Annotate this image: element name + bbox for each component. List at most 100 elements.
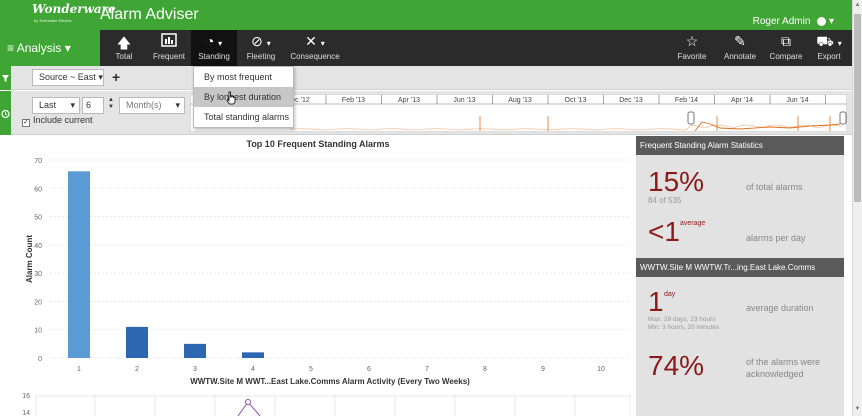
x-tick-label: 9 xyxy=(541,366,545,373)
app-header: Wonderware by Schneider Electric Alarm A… xyxy=(0,0,852,30)
source-filter-select[interactable]: Source ~ East ▾ xyxy=(32,69,104,86)
x-tick-label: 3 xyxy=(193,366,197,373)
y-tick-label: 10 xyxy=(34,328,42,335)
range-count-input[interactable]: 6 xyxy=(82,97,104,114)
checkbox-checked-icon: ✓ xyxy=(22,119,30,127)
timeline-month-label: Jun '14 xyxy=(786,97,808,104)
include-current-checkbox[interactable]: ✓ Include current xyxy=(22,115,93,127)
lower-series-point xyxy=(245,399,251,405)
stats-source-header: WWTW.Site M WWTW.Tr...ing.East Lake.Comm… xyxy=(636,258,844,277)
bar-chart-icon xyxy=(150,30,188,52)
scroll-down-icon[interactable]: ▼ xyxy=(854,406,861,414)
y-tick-label: 40 xyxy=(34,243,42,250)
stat-per-day-label: alarms per day xyxy=(746,233,806,243)
chevron-down-icon: ▾ xyxy=(70,100,75,110)
y-tick-label: 30 xyxy=(34,271,42,278)
stat-acknowledged: 74% xyxy=(648,350,705,381)
timeline-month-label: Aug '13 xyxy=(508,97,532,104)
scroll-up-icon[interactable]: ▲ xyxy=(854,2,861,10)
analysis-menu-button[interactable]: ≡ Analysis ▾ xyxy=(0,30,100,66)
chevron-down-icon: ▾ xyxy=(175,100,180,110)
user-name: Roger Admin xyxy=(752,16,811,27)
stat-percent-total-label: of total alarms xyxy=(746,182,803,192)
range-unit-select[interactable]: Month(s) ▾ xyxy=(119,97,185,114)
timer-icon: ◔ ▾ xyxy=(205,33,223,49)
y-tick-label: 60 xyxy=(34,186,42,193)
timeline-month-label: Apr '13 xyxy=(398,97,420,104)
stats-header: Frequent Standing Alarm Statistics xyxy=(636,136,844,155)
x-tick-label: 4 xyxy=(251,366,255,373)
timeline-month-label: Feb '13 xyxy=(342,97,365,104)
stat-percent-total: 15% xyxy=(648,166,705,197)
y-tick-label: 50 xyxy=(34,215,42,222)
x-tick-label: 6 xyxy=(367,366,371,373)
scatter-icon: ✕ ▾ xyxy=(305,33,325,49)
statistics-panel: Frequent Standing Alarm Statistics 15% o… xyxy=(636,136,844,416)
chevron-down-icon: ▾ xyxy=(64,41,71,55)
filter-icon[interactable] xyxy=(0,66,11,90)
bar-2 xyxy=(126,326,148,358)
consequence-button[interactable]: ✕ ▾ Consequence xyxy=(286,30,344,66)
lower-y-tick-label: 16 xyxy=(22,393,30,400)
menu-item-most-frequent[interactable]: By most frequent xyxy=(194,67,293,87)
chart-title: Top 10 Frequent Standing Alarms xyxy=(246,139,389,149)
y-tick-label: 20 xyxy=(34,299,42,306)
total-button[interactable]: 🡅 Total xyxy=(108,30,140,66)
lower-y-tick-label: 14 xyxy=(22,410,30,416)
compare-icon: ⧉ xyxy=(781,33,791,49)
app-title: Alarm Adviser xyxy=(100,6,199,23)
fleeting-button[interactable]: ⊘ ▾ Fleeting xyxy=(241,30,281,66)
pencil-icon: ✎ xyxy=(734,33,746,49)
x-tick-label: 10 xyxy=(597,366,605,373)
analysis-label: Analysis xyxy=(16,41,62,55)
x-tick-label: 1 xyxy=(77,366,81,373)
stat-duration-label: average duration xyxy=(746,303,814,313)
truck-icon: ⛟ ▾ xyxy=(816,33,842,49)
page-scrollbar[interactable]: ▲ ▼ xyxy=(852,0,862,416)
timeline-month-label: Jun '13 xyxy=(453,97,475,104)
wonderware-logo: Wonderware by Schneider Electric xyxy=(32,2,116,23)
chevron-down-icon: ▾ xyxy=(828,16,834,27)
stat-duration: 1 xyxy=(648,286,664,317)
bar-1 xyxy=(68,171,90,358)
bar-4 xyxy=(242,352,264,358)
filter-bar: Source ~ East ▾ + xyxy=(0,66,852,90)
hamburger-icon: ≡ xyxy=(7,41,15,55)
hand-cursor-icon xyxy=(226,91,236,105)
favorite-button[interactable]: ☆ Favorite xyxy=(674,30,710,66)
frequent-standing-alarms-chart: Top 10 Frequent Standing Alarms 0 10 20 30 40… xyxy=(22,139,631,416)
x-tick-label: 8 xyxy=(483,366,487,373)
range-mode-select[interactable]: Last ▾ xyxy=(32,97,80,114)
user-menu[interactable]: Roger Admin ▾ xyxy=(753,16,834,27)
export-button[interactable]: ⛟ ▾ Export xyxy=(810,30,848,66)
y-tick-label: 70 xyxy=(34,158,42,165)
frequent-button[interactable]: Frequent xyxy=(150,30,188,66)
arrow-up-icon: 🡅 xyxy=(116,35,132,51)
stat-per-day-sup: average xyxy=(680,220,706,227)
clock-icon[interactable] xyxy=(0,91,11,135)
standing-button[interactable]: ◔ ▾ Standing xyxy=(191,30,237,66)
menu-item-total-standing[interactable]: Total standing alarms xyxy=(194,107,293,127)
stat-duration-max: Max: 28 days, 23 hours xyxy=(648,316,716,323)
x-tick-label: 7 xyxy=(425,366,429,373)
star-icon: ☆ xyxy=(685,33,699,49)
x-tick-label: 5 xyxy=(309,366,313,373)
compare-button[interactable]: ⧉ Compare xyxy=(765,30,807,66)
add-filter-button[interactable]: + xyxy=(112,69,120,85)
timeline-month-label: Apr '14 xyxy=(731,97,753,104)
y-axis-label: Alarm Count xyxy=(25,235,34,283)
annotate-button[interactable]: ✎ Annotate xyxy=(720,30,760,66)
range-count-stepper[interactable]: ▲ ▼ xyxy=(106,97,116,114)
toolbar: ≡ Analysis ▾ 🡅 Total Frequent ◔ ▾ Standi… xyxy=(0,30,852,66)
timeline-handle-left xyxy=(687,111,695,125)
x-axis-label: WWTW.Site M WWT...East Lake.Comms Alarm … xyxy=(190,377,470,386)
timeline-month-label: Feb '14 xyxy=(675,97,698,104)
scrollbar-thumb[interactable] xyxy=(854,14,861,202)
menu-item-longest-duration[interactable]: By longest duration xyxy=(194,87,293,107)
chevron-down-icon: ▾ xyxy=(98,72,103,82)
time-range-bar: Last ▾ 6 ▲ ▼ Month(s) ▾ ✓ Include current … xyxy=(0,91,852,135)
standing-dropdown-menu: By most frequent By longest duration Tot… xyxy=(193,66,294,128)
eye-slash-icon: ⊘ ▾ xyxy=(251,33,271,49)
stat-duration-min: Min: 3 hours, 20 minutes xyxy=(648,324,720,331)
stat-acknowledged-label: of the alarms were acknowledged xyxy=(746,357,821,379)
